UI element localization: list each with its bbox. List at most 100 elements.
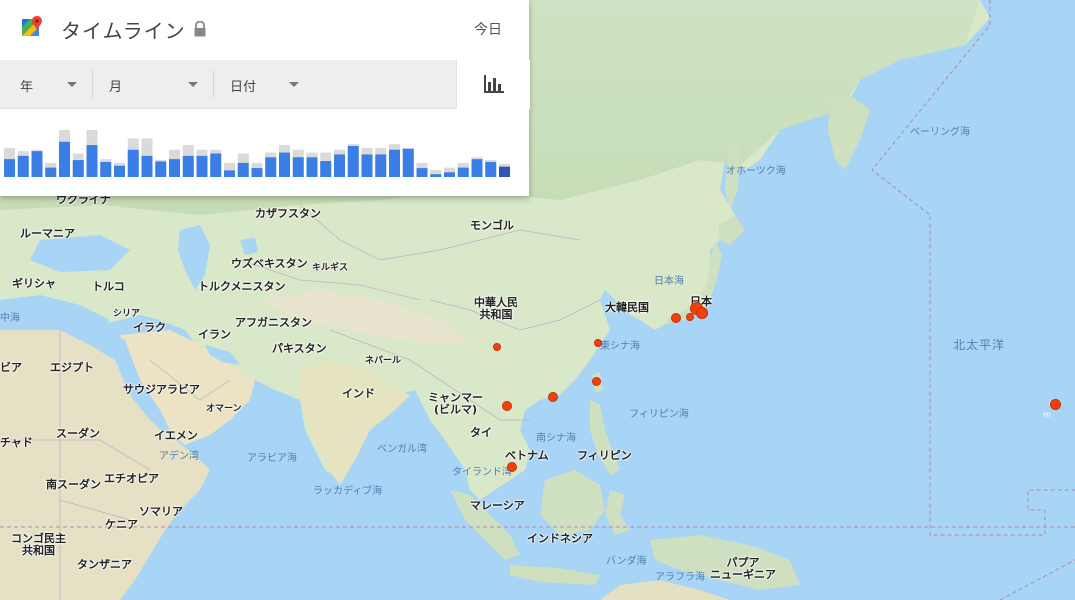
bar-chart-icon [484,75,504,93]
map-label-bering: ベーリング海 [910,127,970,138]
map-label-kenya: ケニア [105,518,138,531]
histogram-bar-active[interactable] [430,174,442,177]
histogram-bar-active[interactable] [457,167,469,177]
chart-toggle-button[interactable] [456,60,530,109]
map-label-korea: 大韓民国 [605,301,649,314]
histogram-bar-active[interactable] [45,167,57,177]
map-label-yemen: イエメン [154,429,198,442]
map-label-libya: ビア [0,361,22,374]
map-label-iraq: イラク [133,321,166,334]
map-label-myanmar: ミャンマー (ビルマ) [428,391,483,416]
map-label-tanzania: タンザニア [77,558,132,571]
location-dot-kanto[interactable] [696,307,708,319]
histogram-bar-active[interactable] [224,170,235,177]
histogram-bar-active[interactable] [100,161,112,177]
map-label-turkey: トルコ [92,280,125,293]
histogram-bar-active[interactable] [182,155,194,177]
map-label-vietnam: ベトナム [505,449,549,462]
chevron-down-icon [67,82,77,87]
location-dot-shanghai[interactable] [594,339,602,347]
map-label-ethiopia: エチオピア [104,472,159,485]
map-label-png: パプア ニューギニア [710,556,776,581]
map-label-china: 中華人民 共和国 [474,296,518,321]
location-dot-hongkong[interactable] [548,392,558,402]
histogram-bar-active[interactable] [389,149,400,177]
histogram-bar-active[interactable] [86,145,98,177]
today-button[interactable]: 今日 [470,19,506,39]
histogram-bar-active[interactable] [210,153,222,178]
month-dropdown[interactable]: 月 [93,60,213,108]
histogram-bar-active[interactable] [416,168,428,177]
histogram-bar-active[interactable] [347,145,359,177]
histogram-bar-active[interactable] [196,155,208,177]
location-dot-hanoi[interactable] [502,401,512,411]
histogram-bar-active[interactable] [402,148,414,177]
map-label-south-sudan: 南スーダン [46,478,101,491]
lock-icon [194,21,206,37]
google-maps-icon [22,16,42,36]
map-label-egypt: エジプト [50,361,94,374]
map-label-thai-gulf: タイランド湾 [452,467,512,478]
map-label-pakistan: パキスタン [272,342,327,355]
map-label-mediterranean: 中海 [0,313,20,324]
map-label-afghanistan: アフガニスタン [235,316,312,329]
map-label-congo: コンゴ民主 共和国 [11,532,66,557]
histogram-bar-active[interactable] [265,157,277,177]
map-label-india: インド [342,387,375,400]
map-label-iran: イラン [198,328,231,341]
map-label-philippine-sea: フィリピン海 [629,409,689,420]
histogram-bar-active[interactable] [114,165,125,177]
histogram-bar-active[interactable] [499,166,510,177]
chevron-down-icon [188,82,198,87]
histogram-bar-active[interactable] [361,154,373,177]
timeline-panel: タイムライン 今日 年 月 日付 [0,0,530,196]
map-label-arafura: アラフラ海 [655,572,705,583]
map-label-banda: バンダ海 [606,556,647,567]
histogram-bar-active[interactable] [375,154,387,177]
histogram-bar-active[interactable] [127,149,139,177]
location-dot-hochiminh[interactable] [507,462,517,472]
map-view[interactable]: ウクライナ カザフスタン モンゴル ルーマニア ウズベキスタン キルギス ギリシャ トルコ トル… [0,0,1075,600]
location-dot-honolulu[interactable] [1050,399,1061,410]
map-label-kyrgyzstan: キルギス [312,263,349,273]
month-dropdown-label: 月 [109,80,123,95]
day-dropdown[interactable]: 日付 [214,60,324,108]
histogram-bar-active[interactable] [292,157,304,177]
histogram-bar-active[interactable] [251,168,263,177]
histogram-bar-active[interactable] [141,155,153,177]
histogram-bar-active[interactable] [444,172,455,177]
histogram-bar-active[interactable] [334,154,345,177]
location-dot-osaka[interactable] [671,313,681,323]
histogram-bar-active[interactable] [471,159,483,177]
histogram-bar-active[interactable] [485,161,497,177]
histogram-bar-active[interactable] [320,161,332,177]
map-label-bengal: ベンガル湾 [377,444,427,455]
location-dot-chongqing[interactable] [493,343,501,351]
year-dropdown[interactable]: 年 [0,60,92,108]
map-label-sea-of-japan: 日本海 [654,276,684,287]
histogram-bar-active[interactable] [17,155,29,177]
histogram-bar-active[interactable] [72,160,84,177]
map-label-oman: オマーン [206,404,242,414]
date-filter-bar: 年 月 日付 [0,60,456,109]
histogram-bar-active[interactable] [237,162,249,177]
map-label-syria: シリア [113,309,141,319]
histogram-bar-active[interactable] [59,141,70,177]
map-label-somalia: ソマリア [139,505,183,518]
location-dot-taipei[interactable] [592,377,601,386]
map-label-uzbekistan: ウズベキスタン [231,257,308,270]
histogram-bar-active[interactable] [4,159,15,177]
map-label-kazakhstan: カザフスタン [255,207,321,220]
map-label-hawaii: HI [1043,411,1051,419]
histogram-bar-active[interactable] [155,161,167,177]
histogram-bar-active[interactable] [306,157,318,177]
histogram-bar-active[interactable] [279,152,290,177]
map-label-thailand: タイ [470,426,492,439]
map-label-aden: アデン湾 [159,451,199,462]
activity-histogram[interactable] [0,110,529,178]
histogram-bar-active[interactable] [169,159,180,177]
map-label-laccadive: ラッカディブ海 [313,486,383,497]
histogram-bar-active[interactable] [31,151,43,177]
map-label-chad: チャド [0,436,33,449]
location-dot-nagoya[interactable] [686,313,694,321]
